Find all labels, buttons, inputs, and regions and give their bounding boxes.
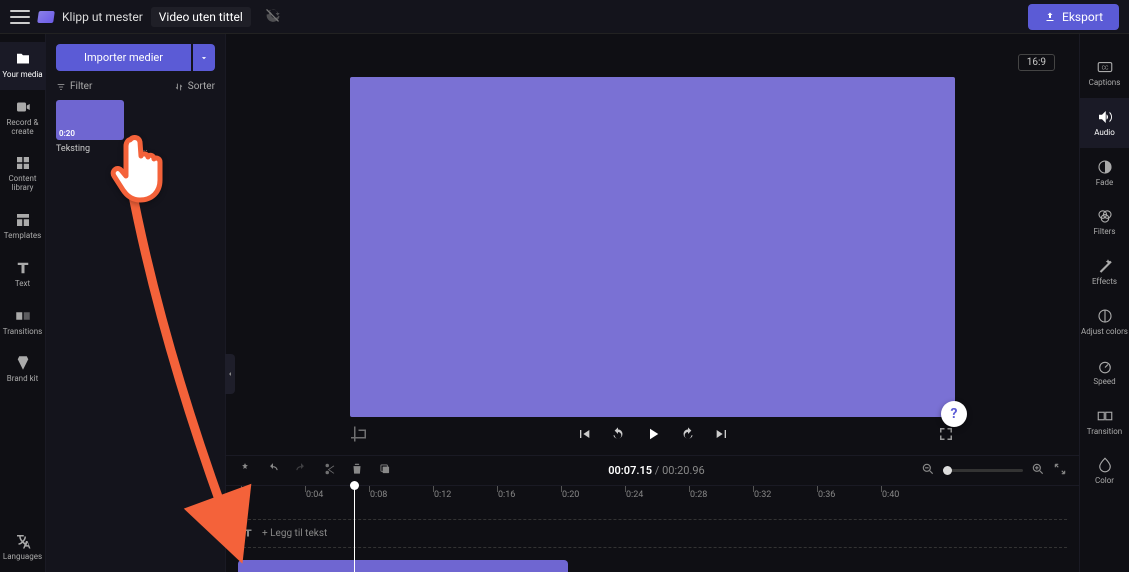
- nav-your-media[interactable]: Your media: [0, 42, 46, 90]
- nav-text[interactable]: Text: [0, 251, 46, 299]
- skip-end-icon[interactable]: [714, 426, 730, 446]
- nav-content-library[interactable]: Content library: [0, 146, 46, 203]
- timecode-display: 00:07.15 / 00:20.96: [392, 464, 921, 477]
- fit-timeline-icon[interactable]: [1053, 461, 1067, 480]
- nav-languages[interactable]: Languages: [0, 524, 46, 572]
- add-text-track[interactable]: + Legg til tekst: [242, 527, 327, 539]
- duplicate-icon[interactable]: [378, 461, 392, 480]
- svg-text:CC: CC: [1101, 65, 1108, 71]
- sort-button[interactable]: Sorter: [174, 81, 215, 92]
- zoom-in-icon[interactable]: [1031, 461, 1045, 480]
- skip-start-icon[interactable]: [576, 426, 592, 446]
- hamburger-menu[interactable]: [10, 10, 30, 24]
- nav-brand-kit[interactable]: Brand kit: [0, 346, 46, 394]
- app-name: Klipp ut mester: [62, 10, 143, 24]
- app-logo-icon: [37, 11, 55, 23]
- filter-button[interactable]: Filter: [56, 81, 92, 92]
- aspect-ratio-badge[interactable]: 16:9: [1018, 54, 1055, 71]
- rnav-captions[interactable]: CCCaptions: [1080, 48, 1129, 98]
- rnav-transition[interactable]: Transition: [1080, 397, 1129, 447]
- redo-icon[interactable]: [294, 461, 308, 480]
- nav-transitions[interactable]: Transitions: [0, 299, 46, 347]
- thumb-label: Teksting: [56, 144, 124, 154]
- rewind-icon[interactable]: [610, 426, 626, 446]
- thumb-duration: 0:20: [59, 129, 75, 138]
- crop-icon[interactable]: [351, 425, 369, 447]
- media-thumb-teksting[interactable]: 0:20 Teksting: [56, 100, 124, 154]
- delete-icon[interactable]: [350, 461, 364, 480]
- playhead[interactable]: [354, 486, 355, 572]
- rnav-effects[interactable]: Effects: [1080, 247, 1129, 297]
- play-button[interactable]: [644, 425, 662, 447]
- rnav-fade[interactable]: Fade: [1080, 148, 1129, 198]
- fullscreen-icon[interactable]: [937, 425, 955, 447]
- magic-icon[interactable]: [238, 461, 252, 480]
- forward-icon[interactable]: [680, 426, 696, 446]
- import-media-dropdown[interactable]: [193, 44, 215, 71]
- rnav-color[interactable]: Color: [1080, 446, 1129, 496]
- sync-off-icon: [259, 7, 281, 27]
- import-media-button[interactable]: Importer medier: [56, 44, 191, 71]
- rnav-audio[interactable]: Audio: [1080, 98, 1129, 148]
- rnav-filters[interactable]: Filters: [1080, 197, 1129, 247]
- preview-canvas[interactable]: ?: [350, 77, 955, 417]
- rnav-adjust-colors[interactable]: Adjust colors: [1080, 297, 1129, 347]
- timeline-clip[interactable]: [238, 560, 568, 572]
- zoom-slider[interactable]: [943, 469, 1023, 472]
- export-label: Eksport: [1062, 10, 1103, 24]
- nav-templates[interactable]: Templates: [0, 203, 46, 251]
- nav-record-create[interactable]: Record & create: [0, 90, 46, 147]
- help-bubble[interactable]: ?: [941, 401, 967, 427]
- project-title-input[interactable]: Video uten tittel: [151, 7, 251, 27]
- zoom-out-icon[interactable]: [921, 461, 935, 480]
- timeline-ruler[interactable]: 0 0:04 0:08 0:12 0:16 0:20 0:24 0:28 0:3…: [226, 485, 1079, 505]
- export-button[interactable]: Eksport: [1028, 4, 1119, 30]
- thumb-label-2: vi...: [134, 144, 148, 154]
- undo-icon[interactable]: [266, 461, 280, 480]
- split-icon[interactable]: [322, 461, 336, 480]
- rnav-speed[interactable]: Speed: [1080, 347, 1129, 397]
